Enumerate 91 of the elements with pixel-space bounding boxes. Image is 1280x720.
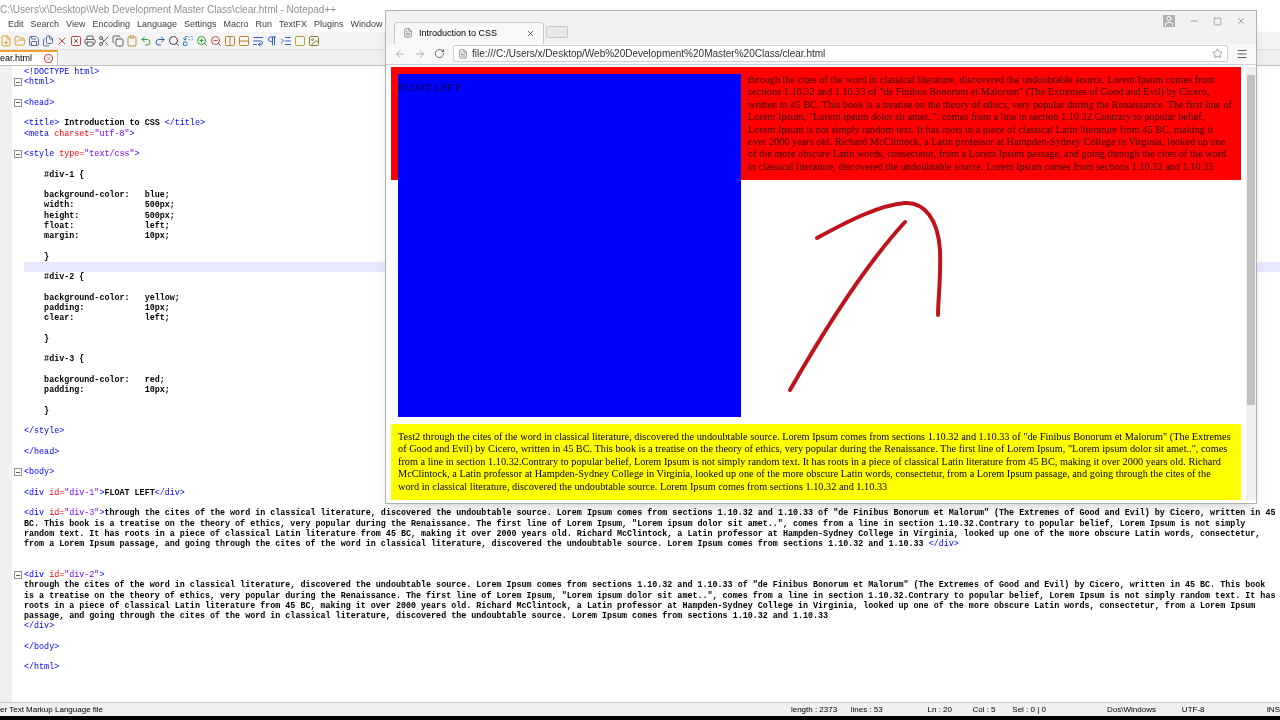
code-line: width: 500px;	[43, 200, 176, 211]
save-icon[interactable]	[28, 34, 40, 47]
code-line: <body>	[24, 467, 56, 478]
fold-toggle[interactable]	[14, 571, 22, 579]
image-icon[interactable]	[308, 34, 320, 47]
fold-toggle[interactable]	[14, 78, 22, 87]
address-bar[interactable]: file:///C:/Users/x/Desktop/Web%20Development%20Master%20Class/clear.html	[453, 45, 1228, 63]
selection-count: Sel : 0 | 0	[1012, 703, 1047, 716]
code-line: float: left;	[43, 221, 171, 231]
replace-icon[interactable]	[182, 34, 194, 47]
reload-icon[interactable]	[434, 48, 445, 60]
code-line: clear: left;	[43, 313, 171, 324]
code-line: </div>	[24, 621, 56, 632]
length-count: length : 2373	[790, 703, 839, 716]
code-line: }	[43, 251, 51, 263]
code-line: <style type="text/css">	[24, 149, 141, 160]
box-label: FLOAT LEFT	[398, 81, 461, 93]
code-line: background-color: red;	[43, 374, 166, 385]
page-icon	[403, 28, 413, 39]
undo-icon[interactable]	[140, 34, 152, 47]
column-number: Col : 5	[972, 703, 997, 716]
code-line: <head>	[24, 97, 56, 109]
code-line: height: 500px;	[43, 210, 176, 221]
word-wrap-icon[interactable]	[252, 34, 264, 47]
close-icon[interactable]	[526, 28, 535, 38]
code-line: </body>	[24, 641, 61, 653]
menu-icon[interactable]	[1236, 47, 1248, 60]
code-line: padding: 10px;	[43, 303, 171, 314]
menu-item[interactable]: TextFX	[279, 18, 308, 32]
menu-item[interactable]: Search	[30, 18, 60, 32]
code-line: margin: 10px;	[43, 231, 171, 242]
code-line: <div id="div-2">	[24, 570, 106, 580]
code-line: padding: 10px;	[43, 385, 171, 396]
menu-item[interactable]: View	[66, 18, 86, 32]
insert-mode: INS	[1266, 703, 1280, 716]
code-line: </html>	[24, 662, 61, 673]
page-icon	[458, 48, 468, 59]
encoding: UTF-8	[1181, 703, 1206, 716]
save-all-icon[interactable]	[42, 34, 54, 47]
code-line: background-color: yellow;	[43, 292, 181, 303]
code-line: #div-1 {	[43, 169, 86, 180]
code-line: #div-3 {	[43, 354, 86, 365]
fold-toggle[interactable]	[14, 150, 22, 159]
code-line: </head>	[24, 446, 61, 458]
window-title: C:\Users\x\Desktop\Web Development Master Class\clear.html - Notepad++	[0, 2, 337, 17]
code-line: </style>	[24, 426, 66, 437]
browser-tab[interactable]: Introduction to CSS	[394, 21, 544, 44]
menu-item[interactable]: Plugins	[314, 18, 344, 32]
code-line: }	[43, 405, 51, 417]
code-line: <meta charset="utf-8">	[24, 128, 136, 139]
close-all-icon[interactable]	[70, 34, 82, 47]
zoom-out-icon[interactable]	[210, 34, 222, 47]
menu-item[interactable]: Run	[255, 18, 273, 32]
code-line: #div-2 {	[43, 272, 86, 283]
redo-icon[interactable]	[154, 34, 166, 47]
search-icon[interactable]	[168, 34, 180, 47]
paragraph: through the cites of the word in classical literature, discovered the undoubtable source. Lorem Ipsum comes from sections 1.10.32 and 1.10.33 of "de Finibus Bonorum et Malorum" (The Extremes of Good and Evil) by Cicero, written in 45 BC. This book is a treatise on the theory of ethics, very popular during the Renaissance. The first line of Lorem Ipsum, "Lorem ipsum dolor sit amet..", comes from a line in section 1.10.32.Contrary to popular belief, Lorem Ipsum is not simply random text. It has roots in a piece of classical Latin literature from 45 BC, making it over 2000 years old. Richard McClintock, a Latin professor at Hampden-Sydney College in Virginia, looked up one of the more obscure Latin words, consectetur, from a Lorem Ipsum passage, and going through the cites of the word in classical literature, discovered the undoubtable source. Lorem Ipsum comes from sections 1.10.32 and 1.10.33	[748, 73, 1233, 174]
paragraph: Test2 through the cites of the word in classical literature, discovered the undoubtable source. Lorem Ipsum comes from sections 1.10.32 and 1.10.33 of "de Finibus Bonorum et Malorum" (The Extremes of Good and Evil) by Cicero, written in 45 BC. This book is a treatise on the theory of ethics, very popular during the Renaissance. The first line of Lorem Ipsum, "Lorem ipsum dolor sit amet..", comes from a line in section 1.10.32.Contrary to popular belief, Lorem Ipsum is not simply random text. It has roots in a piece of classical Latin literature from 45 BC, making it over 2000 years old. Richard McClintock, a Latin professor at Hampden-Sydney College in Virginia, looked up one of the more obscure Latin words, consectetur, from a Lorem Ipsum passage, and going through the cites of the word in classical literature, discovered the undoubtable source. Lorem Ipsum comes from sections 1.10.32 and 1.10.33	[398, 430, 1232, 493]
code-line: <div id="div-3">through the cites of the word in classical literature, discovered the undoubtable source. Lorem Ipsum comes from sections 1.10.32 and 1.10.33 of "de Finibus Bonorum et Malorum" (The Extremes of Good and Evil) by Cicero, written in 45 BC. This book is a treatise on the theory of ethics, very popular during the Renaissance. The first line of Lorem Ipsum, "Lorem ipsum dolor sit amet..", comes from a line in section 1.10.32.Contrary to popular belief, Lorem Ipsum is not simply random text. It has roots in a piece of classical Latin literature from 45 BC, making it over 2000 years old. Richard McClintock, a Latin professor at Hampden-Sydney College in Virginia, looked up one of the more obscure Latin words, consectetur, from a Lorem Ipsum passage, and going through the cites of the word in classical literature, discovered the undoubtable source. Lorem Ipsum comes from sections 1.10.32 and 1.10.33 </div>	[24, 508, 1277, 550]
copy-icon[interactable]	[112, 34, 124, 47]
file-tab[interactable]: ear.html	[0, 50, 58, 65]
show-symbols-icon[interactable]	[266, 34, 278, 47]
zoom-in-icon[interactable]	[196, 34, 208, 47]
menu-item[interactable]: Macro	[223, 18, 249, 32]
code-line: background-color: blue;	[43, 190, 171, 201]
code-line: <html>	[24, 77, 56, 88]
code-line: <title> Introduction to CSS </title>	[24, 118, 206, 129]
code-line: }	[43, 333, 51, 345]
lines-count: lines : 53	[850, 703, 884, 716]
code-line: <div id="div-1">FLOAT LEFT</div>	[24, 487, 186, 499]
menu-item[interactable]: Window	[350, 18, 383, 32]
line-number: Ln : 20	[927, 703, 953, 716]
line-ending: Dos\Windows	[1107, 703, 1157, 716]
code-line: <!DOCTYPE html>	[24, 67, 101, 77]
cut-icon[interactable]	[98, 34, 110, 47]
print-icon[interactable]	[84, 34, 96, 47]
menu-item[interactable]: Language	[136, 18, 177, 32]
sync-horizontal-icon[interactable]	[238, 34, 250, 47]
code-line: through the cites of the word in classical literature, discovered the undoubtable source. Lorem Ipsum comes from sections 1.10.32 and 1.10.33 of "de Finibus Bonorum et Malorum" (The Extremes of Good and Evil) by Cicero, written in 45 BC. This book is a treatise on the theory of ethics, very popular during the Renaissance. The first line of Lorem Ipsum, "Lorem ipsum dolor sit amet..", comes from a line in section 1.10.32.Contrary to popular belief, Lorem Ipsum is not simply random text. It has roots in a piece of classical Latin literature from 45 BC, making it over 2000 years old. Richard McClintock, a Latin professor at Hampden-Sydney College in Virginia, looked up one of the more obscure Latin words, consectetur, from a Lorem Ipsum passage, and going through the cites of the word in classical literature, discovered the undoubtable source. Lorem Ipsum comes from sections 1.10.32 and 1.10.33	[24, 580, 1277, 622]
fold-toggle[interactable]	[14, 468, 22, 477]
menu-item[interactable]: Edit	[8, 18, 24, 32]
close-icon[interactable]	[44, 54, 53, 63]
bookmark-star-icon[interactable]	[1212, 48, 1223, 60]
close-icon[interactable]	[1236, 16, 1246, 26]
fold-toggle[interactable]	[14, 98, 22, 107]
menu-item[interactable]: Encoding	[92, 18, 130, 32]
scrollbar[interactable]	[1246, 66, 1256, 500]
file-type: er Text Markup Language file	[0, 703, 105, 716]
menu-item[interactable]: Settings	[184, 18, 217, 32]
sync-vertical-icon[interactable]	[224, 34, 236, 47]
indent-guide-icon[interactable]	[280, 34, 292, 47]
